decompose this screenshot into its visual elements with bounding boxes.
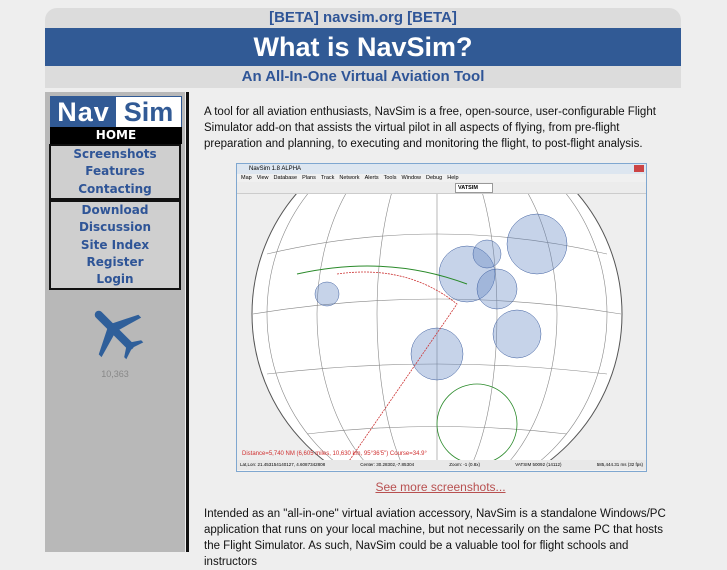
menu-item: Track: [320, 175, 335, 181]
nav-group-1: Screenshots Features Contacting: [49, 144, 181, 200]
navsim-logo[interactable]: Nav Sim: [50, 96, 182, 128]
menu-item: Tools: [383, 175, 397, 181]
nav-contacting[interactable]: Contacting: [51, 181, 179, 198]
screenshot-toolbar: VATSIM: [237, 182, 646, 194]
distance-readout: Distance=5,740 NM (6,605 miles, 10,630 k…: [242, 451, 427, 457]
airplane-icon: [94, 310, 144, 360]
globe-map: [237, 194, 646, 462]
nav-download[interactable]: Download: [51, 202, 179, 219]
screenshot-statusbar: Lat,Lon: 21.453154140127, 4.6087342808 C…: [237, 460, 646, 470]
close-icon: [634, 165, 644, 172]
menu-item: Alerts: [364, 175, 379, 181]
sidebar: Nav Sim HOME Screenshots Features Contac…: [45, 92, 185, 552]
status-latlon: Lat,Lon: 21.453154140127, 4.6087342808: [240, 462, 326, 467]
page-subtitle: An All-In-One Virtual Aviation Tool: [45, 66, 681, 88]
nav-login[interactable]: Login: [51, 271, 179, 288]
status-zoom: Zoom: -1 (0.8x): [449, 462, 481, 467]
navsim-screenshot[interactable]: NavSim 1.8 ALPHA Map View Database Plans…: [236, 163, 647, 472]
logo-nav: Nav: [51, 97, 116, 127]
menu-item: Network: [339, 175, 360, 181]
menu-item: View: [256, 175, 269, 181]
divider: [186, 92, 189, 552]
nav-discussion[interactable]: Discussion: [51, 219, 179, 236]
menu-item: Database: [273, 175, 298, 181]
menu-item: Map: [241, 175, 252, 181]
nav-register[interactable]: Register: [51, 254, 179, 271]
menu-item: Help: [447, 175, 459, 181]
menu-item: Plans: [302, 175, 316, 181]
nav-features[interactable]: Features: [51, 163, 179, 180]
nav-home[interactable]: HOME: [50, 127, 182, 144]
status-center: Center: 30.28302,-7.85304: [360, 462, 415, 467]
menu-item: Window: [401, 175, 422, 181]
page-title: What is NavSim?: [45, 28, 681, 66]
nav-screenshots[interactable]: Screenshots: [51, 146, 179, 163]
network-select: VATSIM: [455, 183, 493, 193]
visitor-counter: 10,363: [101, 369, 129, 379]
nav-site-index[interactable]: Site Index: [51, 237, 179, 254]
description-paragraph: Intended as an "all-in-one" virtual avia…: [204, 508, 666, 568]
status-network: VATSIM 50092 (14112): [515, 462, 562, 467]
beta-banner: [BETA] navsim.org [BETA]: [45, 8, 681, 28]
screenshot-menubar: Map View Database Plans Track Network Al…: [237, 174, 646, 182]
nav-group-2: Download Discussion Site Index Register …: [49, 200, 181, 291]
screenshot-titlebar: NavSim 1.8 ALPHA: [237, 164, 646, 174]
status-fps: 585,444.31 ms (32 fps): [596, 462, 643, 467]
menu-item: Debug: [426, 175, 443, 181]
intro-paragraph: A tool for all aviation enthusiasts, Nav…: [204, 106, 656, 150]
see-more-screenshots-link[interactable]: See more screenshots...: [236, 480, 645, 494]
logo-sim: Sim: [116, 97, 181, 127]
screenshot-window-title: NavSim 1.8 ALPHA: [249, 166, 302, 172]
